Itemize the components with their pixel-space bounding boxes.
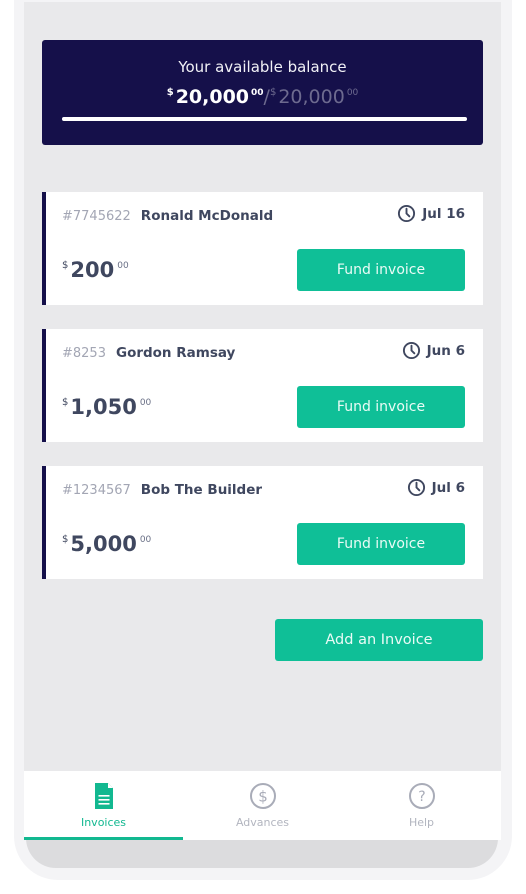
- balance-progress-fill: [62, 117, 467, 121]
- balance-progress-bar: [62, 117, 467, 121]
- invoice-due-date: Jul 16: [397, 204, 465, 223]
- invoice-card: #7745622 Ronald McDonald Jul 16 $200 00 Fu…: [42, 192, 483, 305]
- invoice-number: #1234567: [62, 483, 131, 498]
- invoice-due-date: Jul 6: [407, 478, 465, 497]
- app-screen: Your available balance $20,000 00/$ 20,000…: [24, 2, 501, 840]
- total-balance: $20,000 00: [269, 86, 359, 108]
- invoice-amount: $1,050 00: [62, 395, 152, 419]
- balance-title: Your available balance: [178, 58, 347, 76]
- tab-label: Invoices: [80, 816, 127, 829]
- fund-invoice-button[interactable]: Fund invoice: [297, 523, 465, 565]
- invoice-amount: $5,000 00: [62, 532, 152, 556]
- balance-separator: /: [263, 86, 270, 108]
- dollar-circle-icon: $: [249, 783, 276, 809]
- question-circle-icon: ?: [408, 783, 435, 809]
- invoice-amount: $200 00: [62, 258, 129, 282]
- svg-text:?: ?: [418, 789, 425, 805]
- fund-invoice-button[interactable]: Fund invoice: [297, 249, 465, 291]
- invoice-card: #8253 Gordon Ramsay Jun 6 $1,050 00 Fund i…: [42, 329, 483, 442]
- tab-label: Help: [408, 816, 435, 829]
- tab-label: Advances: [235, 816, 290, 829]
- bottom-tab-bar: Invoices $ Advances ? Help: [24, 771, 501, 840]
- document-icon: [94, 783, 113, 809]
- invoice-number: #8253: [62, 346, 106, 361]
- invoice-client-name: Ronald McDonald: [140, 208, 274, 224]
- invoice-client-name: Bob The Builder: [140, 482, 263, 498]
- tab-advances[interactable]: $ Advances: [183, 771, 342, 840]
- clock-icon: [402, 341, 420, 360]
- svg-text:$: $: [258, 788, 268, 806]
- active-tab-indicator: [24, 837, 183, 840]
- invoice-due-date: Jun 6: [402, 341, 465, 360]
- invoice-number: #7745622: [62, 209, 131, 224]
- clock-icon: [407, 478, 425, 497]
- available-balance: $20,000 00: [166, 86, 264, 108]
- balance-amounts: $20,000 00/$ 20,000 00: [42, 86, 483, 108]
- add-invoice-button[interactable]: Add an Invoice: [275, 619, 483, 661]
- invoice-client-name: Gordon Ramsay: [115, 345, 236, 361]
- tab-invoices[interactable]: Invoices: [24, 771, 183, 840]
- invoice-card: #1234567 Bob The Builder Jul 6 $5,000 00 F…: [42, 466, 483, 579]
- balance-card: Your available balance $20,000 00/$ 20,000…: [42, 40, 483, 145]
- fund-invoice-button[interactable]: Fund invoice: [297, 386, 465, 428]
- clock-icon: [398, 204, 416, 223]
- tab-help[interactable]: ? Help: [342, 771, 501, 840]
